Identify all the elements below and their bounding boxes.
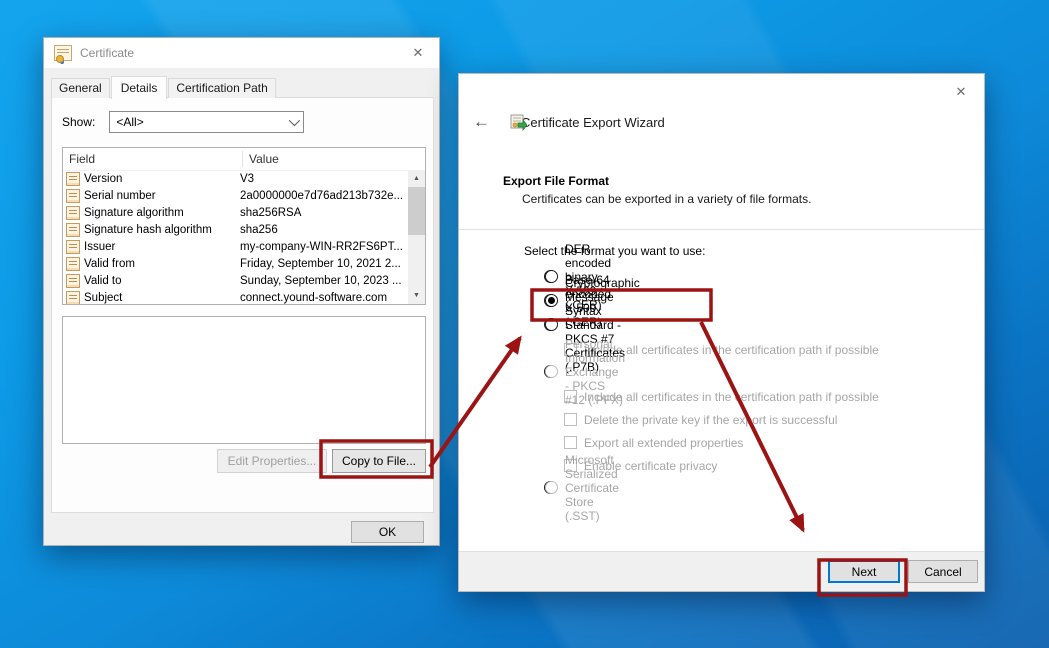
list-header: Field Value xyxy=(63,148,425,171)
field-value: connect.yound-software.com xyxy=(240,292,408,304)
radio-icon[interactable] xyxy=(545,318,558,331)
field-entry-icon xyxy=(66,291,80,305)
show-label: Show: xyxy=(62,115,95,129)
scrollbar-thumb[interactable] xyxy=(408,187,425,235)
format-checkbox-option: Delete the private key if the export is … xyxy=(564,412,964,427)
format-radio-option: Microsoft Serialized Certificate Store (… xyxy=(544,481,557,494)
field-value: sha256RSA xyxy=(240,207,408,219)
field-entry-icon xyxy=(66,223,80,237)
field-entry-icon xyxy=(66,240,80,254)
field-entry-icon xyxy=(66,274,80,288)
certificate-field-row[interactable]: Issuermy-company-WIN-RR2FS6PT... xyxy=(63,238,408,255)
field-name: Subject xyxy=(84,292,240,304)
edit-properties-button: Edit Properties... xyxy=(217,449,327,473)
checkbox-icon xyxy=(564,436,577,449)
field-value: Friday, September 10, 2021 2... xyxy=(240,258,408,270)
show-filter-dropdown[interactable]: <All> xyxy=(109,111,304,133)
radio-icon xyxy=(545,481,558,494)
certificate-field-row[interactable]: Valid toSunday, September 10, 2023 ... xyxy=(63,272,408,289)
certificate-dialog-title: Certificate xyxy=(80,46,134,60)
field-entry-icon xyxy=(66,172,80,186)
format-radio-option[interactable]: Base-64 encoded X.509 (.CER) xyxy=(544,294,557,307)
format-radio-option[interactable]: Cryptographic Message Syntax Standard - … xyxy=(544,318,557,331)
scroll-down-icon[interactable]: ▼ xyxy=(408,287,425,304)
certificate-field-row[interactable]: Signature algorithmsha256RSA xyxy=(63,204,408,221)
chevron-down-icon xyxy=(289,115,300,126)
page-heading: Export File Format xyxy=(503,174,609,188)
certificate-field-list: Field Value VersionV3Serial number2a0000… xyxy=(62,147,426,305)
format-options: DER encoded binary X.509 (.CER) Base-64 e… xyxy=(544,270,964,505)
wizard-footer: Next Cancel xyxy=(459,551,984,591)
certificate-field-row[interactable]: Serial number2a0000000e7d76ad213b732e... xyxy=(63,187,408,204)
certificate-field-row[interactable]: Valid fromFriday, September 10, 2021 2..… xyxy=(63,255,408,272)
radio-selected-icon[interactable] xyxy=(545,294,558,307)
column-header-field[interactable]: Field xyxy=(63,151,243,167)
certificate-export-wizard-dialog: ✕ ← Certificate Export Wizard Export Fil… xyxy=(458,73,985,592)
format-checkbox-option: Enable certificate privacy xyxy=(564,458,964,473)
page-subheading: Certificates can be exported in a variet… xyxy=(522,192,811,206)
export-wizard-icon xyxy=(509,113,527,131)
certificate-icon xyxy=(54,45,72,61)
format-radio-option: Personal Information Exchange - PKCS #12… xyxy=(544,365,557,378)
radio-icon xyxy=(545,365,558,378)
field-name: Serial number xyxy=(84,190,240,202)
column-header-value[interactable]: Value xyxy=(243,152,279,166)
field-value-detail-box[interactable] xyxy=(62,316,426,444)
field-value: Sunday, September 10, 2023 ... xyxy=(240,275,408,287)
format-checkbox-option: Export all extended properties xyxy=(564,435,964,450)
show-filter-value: <All> xyxy=(116,115,143,129)
field-name: Version xyxy=(84,173,240,185)
field-entry-icon xyxy=(66,257,80,271)
cancel-button[interactable]: Cancel xyxy=(908,560,978,583)
cert-field-list-body: VersionV3Serial number2a0000000e7d76ad21… xyxy=(63,170,408,304)
certificate-dialog: Certificate ✕ General Details Certificat… xyxy=(43,37,440,546)
tab-certification-path[interactable]: Certification Path xyxy=(168,78,275,98)
close-icon[interactable]: ✕ xyxy=(950,84,972,100)
next-button[interactable]: Next xyxy=(828,560,900,583)
field-value: 2a0000000e7d76ad213b732e... xyxy=(240,190,408,202)
tab-details[interactable]: Details xyxy=(111,76,168,99)
format-radio-option[interactable]: DER encoded binary X.509 (.CER) xyxy=(544,270,557,283)
field-value: my-company-WIN-RR2FS6PT... xyxy=(240,241,408,253)
field-value: sha256 xyxy=(240,224,408,236)
radio-icon[interactable] xyxy=(545,270,558,283)
format-prompt: Select the format you want to use: xyxy=(524,244,705,258)
copy-to-file-button[interactable]: Copy to File... xyxy=(332,449,426,473)
option-label: Microsoft Serialized Certificate Store (… xyxy=(565,453,619,523)
field-entry-icon xyxy=(66,206,80,220)
ok-button[interactable]: OK xyxy=(351,521,424,543)
details-tab-page: Show: <All> Field Value VersionV3Serial … xyxy=(51,97,434,513)
certificate-field-row[interactable]: Subjectconnect.yound-software.com xyxy=(63,289,408,304)
checkbox-icon xyxy=(564,413,577,426)
scroll-up-icon[interactable]: ▲ xyxy=(408,170,425,187)
field-name: Signature algorithm xyxy=(84,207,240,219)
field-value: V3 xyxy=(240,173,408,185)
divider xyxy=(459,229,984,230)
field-name: Valid from xyxy=(84,258,240,270)
tab-general[interactable]: General xyxy=(51,78,110,98)
option-label: Export all extended properties xyxy=(584,436,743,450)
list-scrollbar[interactable]: ▲ ▼ xyxy=(408,170,425,304)
option-label: Include all certificates in the certific… xyxy=(584,390,879,404)
certificate-field-row[interactable]: VersionV3 xyxy=(63,170,408,187)
certificate-titlebar: Certificate ✕ xyxy=(44,38,439,68)
field-entry-icon xyxy=(66,189,80,203)
field-name: Signature hash algorithm xyxy=(84,224,240,236)
close-icon[interactable]: ✕ xyxy=(407,45,429,61)
field-name: Valid to xyxy=(84,275,240,287)
certificate-tabs: General Details Certification Path xyxy=(51,78,277,98)
wizard-title: Certificate Export Wizard xyxy=(521,115,665,130)
option-label: Personal Information Exchange - PKCS #12… xyxy=(565,337,625,407)
option-label: Delete the private key if the export is … xyxy=(584,413,837,427)
field-name: Issuer xyxy=(84,241,240,253)
certificate-field-row[interactable]: Signature hash algorithmsha256 xyxy=(63,221,408,238)
back-arrow-icon[interactable]: ← xyxy=(473,112,497,132)
